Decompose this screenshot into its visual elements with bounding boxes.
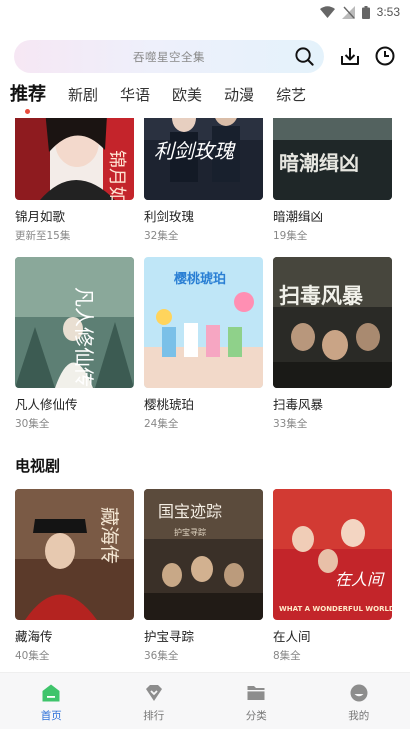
episode-status: 36集全 — [144, 650, 179, 662]
search-icon[interactable] — [294, 46, 315, 67]
show-title: 扫毒风暴 — [273, 397, 324, 412]
nav-label: 我的 — [348, 710, 370, 722]
show-title: 凡人修仙传 — [15, 397, 78, 412]
show-title: 藏海传 — [15, 629, 53, 644]
tab-western[interactable]: 欧美 — [172, 84, 202, 106]
show-title: 樱桃琥珀 — [144, 397, 195, 412]
show-card[interactable]: 利剑玫瑰 利剑玫瑰 32集全 — [144, 118, 263, 243]
poster-text: 樱桃琥珀 — [174, 271, 226, 287]
poster-subtext: WHAT A WONDERFUL WORLD — [279, 605, 392, 613]
poster-text: 国宝迹踪 — [158, 502, 222, 521]
tab-label: 推荐 — [10, 84, 46, 105]
search-placeholder: 吞噬星空全集 — [133, 49, 205, 64]
active-tab-indicator — [25, 109, 30, 114]
show-card[interactable]: 凡人修仙传 凡人修仙传 30集全 — [15, 257, 134, 431]
episode-status: 更新至15集 — [15, 230, 71, 242]
nav-label: 分类 — [245, 710, 267, 722]
poster-image: 利剑玫瑰 — [144, 118, 263, 200]
wifi-icon — [319, 6, 335, 18]
status-bar: 3:53 — [0, 0, 410, 24]
episode-status: 8集全 — [273, 650, 301, 662]
show-title: 暗潮缉凶 — [273, 209, 324, 224]
tab-variety[interactable]: 综艺 — [276, 84, 306, 106]
profile-icon — [350, 684, 368, 702]
content-feed: 锦月如歌 锦月如歌 更新至15集 利剑玫瑰 利剑玫瑰 32集全 暗潮缉凶 暗潮缉… — [0, 118, 410, 672]
poster-image: 凡人修仙传 — [15, 257, 134, 388]
show-title: 锦月如歌 — [15, 209, 66, 224]
tab-anime[interactable]: 动漫 — [224, 84, 254, 106]
poster-image: 樱桃琥珀 — [144, 257, 263, 388]
episode-status: 40集全 — [15, 650, 50, 662]
nav-profile[interactable]: 我的 — [308, 673, 410, 729]
poster-subtext: 护宝寻踪 — [174, 527, 206, 537]
folder-icon — [247, 686, 265, 700]
tab-recommend[interactable]: 推荐 — [10, 84, 46, 114]
battery-icon — [361, 5, 370, 19]
nav-rank[interactable]: 排行 — [103, 673, 206, 729]
poster-text: 扫毒风暴 — [279, 284, 364, 308]
show-card[interactable]: 在人间 WHAT A WONDERFUL WORLD 在人间 8集全 — [273, 489, 392, 663]
show-card[interactable]: 藏海传 藏海传 40集全 — [15, 489, 134, 663]
episode-status: 30集全 — [15, 418, 50, 430]
poster-image: 藏海传 — [15, 489, 134, 620]
tab-new[interactable]: 新剧 — [68, 84, 98, 106]
download-icon[interactable] — [339, 45, 361, 67]
episode-status: 19集全 — [273, 230, 308, 242]
search-bar[interactable]: 吞噬星空全集 — [14, 40, 324, 73]
poster-text: 凡人修仙传 — [72, 287, 96, 387]
show-grid-row-2: 凡人修仙传 凡人修仙传 30集全 樱桃琥珀 樱桃琥珀 24集全 扫毒风暴 扫毒风… — [15, 257, 395, 431]
episode-status: 33集全 — [273, 418, 308, 430]
app-screen: 3:53 吞噬星空全集 推荐 新剧 华语 欧美 动漫 综艺 锦月如歌 锦月如歌 … — [0, 0, 410, 729]
nav-category[interactable]: 分类 — [205, 673, 308, 729]
episode-status: 24集全 — [144, 418, 179, 430]
history-icon[interactable] — [374, 45, 396, 67]
show-title: 护宝寻踪 — [144, 629, 195, 644]
nav-label: 首页 — [40, 710, 62, 722]
poster-image: 在人间 WHAT A WONDERFUL WORLD — [273, 489, 392, 620]
status-time: 3:53 — [376, 5, 400, 19]
show-title: 利剑玫瑰 — [144, 209, 195, 224]
tv-show-grid: 藏海传 藏海传 40集全 国宝迹踪 护宝寻踪 护宝寻踪 36集全 在人间 WHA… — [15, 489, 395, 663]
nav-label: 排行 — [143, 710, 165, 722]
rank-icon — [145, 685, 162, 701]
bottom-nav: 首页 排行 分类 我的 — [0, 672, 410, 729]
poster-image: 暗潮缉凶 — [273, 118, 392, 200]
header: 吞噬星空全集 — [0, 40, 410, 74]
section-title-tv[interactable]: 电视剧 — [15, 455, 60, 476]
poster-text: 暗潮缉凶 — [279, 151, 359, 175]
home-icon — [42, 684, 60, 702]
show-grid-row-1: 锦月如歌 锦月如歌 更新至15集 利剑玫瑰 利剑玫瑰 32集全 暗潮缉凶 暗潮缉… — [15, 118, 395, 243]
poster-text: 锦月如歌 — [106, 150, 127, 200]
show-title: 在人间 — [273, 629, 311, 644]
show-card[interactable]: 暗潮缉凶 暗潮缉凶 19集全 — [273, 118, 392, 243]
poster-text: 利剑玫瑰 — [154, 139, 236, 163]
poster-text: 在人间 — [335, 570, 385, 589]
show-card[interactable]: 樱桃琥珀 樱桃琥珀 24集全 — [144, 257, 263, 431]
nav-home[interactable]: 首页 — [0, 673, 103, 729]
poster-text: 藏海传 — [98, 507, 120, 564]
poster-image: 锦月如歌 — [15, 118, 134, 200]
show-card[interactable]: 锦月如歌 锦月如歌 更新至15集 — [15, 118, 134, 243]
show-card[interactable]: 扫毒风暴 扫毒风暴 33集全 — [273, 257, 392, 431]
poster-image: 国宝迹踪 护宝寻踪 — [144, 489, 263, 620]
category-tabs: 推荐 新剧 华语 欧美 动漫 综艺 — [0, 84, 410, 118]
show-card[interactable]: 国宝迹踪 护宝寻踪 护宝寻踪 36集全 — [144, 489, 263, 663]
no-signal-icon — [341, 5, 355, 19]
episode-status: 32集全 — [144, 230, 179, 242]
tab-chinese[interactable]: 华语 — [120, 84, 150, 106]
poster-image: 扫毒风暴 — [273, 257, 392, 388]
